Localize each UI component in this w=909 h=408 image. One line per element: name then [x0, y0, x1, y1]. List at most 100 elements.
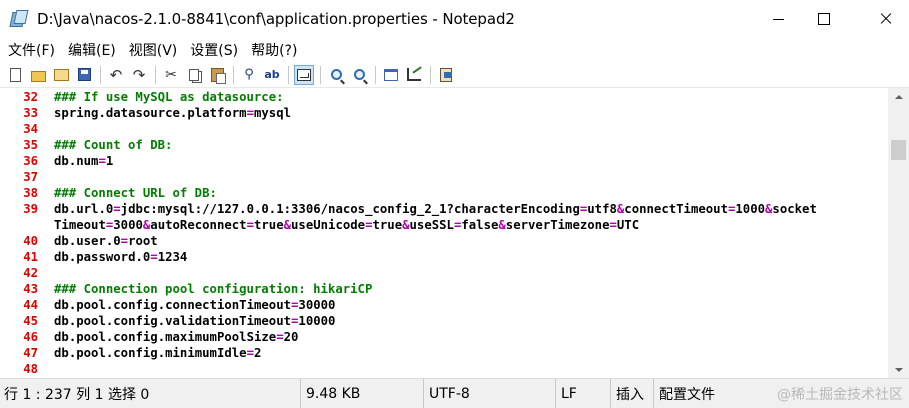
menu-settings[interactable]: 设置(S): [190, 40, 238, 60]
code-line: 35 ### Count of DB:: [0, 137, 888, 153]
editor-area[interactable]: 32 ### If use MySQL as datasource: 33 sprin…: [0, 88, 888, 378]
menu-edit[interactable]: 编辑(E): [68, 40, 116, 60]
word-wrap-icon: [297, 68, 311, 81]
new-button[interactable]: [5, 65, 25, 85]
find-icon: ⚲: [244, 67, 254, 82]
open-icon: [30, 70, 46, 82]
menu-help[interactable]: 帮助(?): [251, 40, 297, 60]
save-icon: [77, 68, 91, 81]
menu-bar: 文件(F) 编辑(E) 视图(V) 设置(S) 帮助(?): [0, 38, 909, 62]
undo-button[interactable]: ↶: [106, 65, 126, 85]
cut-button[interactable]: ✂: [161, 65, 181, 85]
code-line: 48: [0, 361, 888, 377]
line-number: 34: [23, 122, 38, 136]
status-file-size: 9.48 KB: [300, 379, 423, 408]
status-bar: 行 1 : 237 列 1 选择 0 9.48 KB UTF-8 LF 插入 配…: [0, 378, 909, 408]
maximize-button[interactable]: [801, 0, 847, 38]
menu-file[interactable]: 文件(F): [8, 40, 55, 60]
code-line: 36 db.num=1: [0, 153, 888, 169]
browse-button[interactable]: [51, 65, 71, 85]
open-button[interactable]: [28, 65, 48, 85]
customize-icon: [407, 68, 421, 81]
code-line: 47 db.pool.config.minimumIdle=2: [0, 345, 888, 361]
code-line: 32 ### If use MySQL as datasource:: [0, 89, 888, 105]
code-text: spring.datasource.platform=mysql: [54, 106, 291, 120]
status-insert-mode: 插入: [610, 379, 653, 408]
toolbar-separator: [233, 65, 234, 84]
code-line: 37: [0, 169, 888, 185]
code-text: db.user.0=root: [54, 234, 158, 248]
replace-button[interactable]: ab: [262, 65, 282, 85]
find-button[interactable]: ⚲: [239, 65, 259, 85]
line-number: 32: [23, 90, 38, 104]
close-button[interactable]: [863, 0, 909, 38]
status-scheme[interactable]: 配置文件: [653, 379, 743, 408]
status-encoding[interactable]: UTF-8: [423, 379, 555, 408]
save-button[interactable]: [74, 65, 94, 85]
status-position: 行 1 : 237 列 1 选择 0: [4, 387, 150, 403]
paste-icon: [210, 67, 226, 84]
cut-icon: ✂: [165, 66, 177, 83]
scroll-up-arrow-icon[interactable]: [888, 88, 909, 105]
line-number: 33: [23, 106, 38, 120]
zoom-out-button[interactable]: [349, 65, 369, 85]
undo-icon: ↶: [109, 65, 123, 84]
line-number: 39: [23, 202, 38, 216]
code-line: 42: [0, 265, 888, 281]
toolbar-separator: [288, 65, 289, 84]
exit-icon: [440, 67, 452, 82]
replace-icon: ab: [264, 68, 280, 81]
code-line: 38 ### Connect URL of DB:: [0, 185, 888, 201]
comment-text: ### Count of DB:: [54, 138, 173, 152]
code-text: db.pool.config.minimumIdle=2: [54, 346, 262, 360]
code-line: 46 db.pool.config.maximumPoolSize=20: [0, 329, 888, 345]
redo-button[interactable]: ↷: [129, 65, 149, 85]
notepad2-icon[interactable]: [9, 9, 29, 29]
toolbar: ↶ ↷ ✂ ⚲ ab: [0, 62, 909, 88]
toolbar-separator: [375, 65, 376, 84]
line-number: 40: [23, 234, 38, 248]
code-text: db.num=1: [54, 154, 114, 168]
window-title: D:\Java\nacos-2.1.0-8841\conf\applicatio…: [37, 10, 515, 28]
browse-icon: [53, 68, 69, 81]
code-text: db.pool.config.validationTimeout=10000: [54, 314, 336, 328]
line-number: 44: [23, 298, 38, 312]
status-line-ending[interactable]: LF: [555, 379, 610, 408]
code-text: db.url.0=jdbc:mysql://127.0.0.1:3306/nac…: [54, 202, 817, 216]
customize-button[interactable]: [404, 65, 424, 85]
line-number: 48: [23, 362, 38, 376]
code-text: db.pool.config.connectionTimeout=30000: [54, 298, 336, 312]
zoom-out-icon: [353, 69, 365, 80]
line-number: 37: [23, 170, 38, 184]
word-wrap-button[interactable]: [294, 64, 314, 85]
window-controls: [755, 0, 909, 38]
zoom-in-button[interactable]: [326, 65, 346, 85]
code-line: 41 db.password.0=1234: [0, 249, 888, 265]
toolbar-separator: [320, 65, 321, 84]
watermark-text: @稀土掘金技术社区: [777, 387, 903, 403]
code-line: 40 db.user.0=root: [0, 233, 888, 249]
code-text: db.pool.config.maximumPoolSize=20: [54, 330, 299, 344]
minimize-button[interactable]: [755, 0, 801, 38]
code-text: db.password.0=1234: [54, 250, 188, 264]
scroll-thumb[interactable]: [891, 140, 906, 160]
line-number: 47: [23, 346, 38, 360]
code-line: Timeout=3000&autoReconnect=true&useUnico…: [0, 217, 888, 233]
line-number: 42: [23, 266, 38, 280]
code-line: 33 spring.datasource.platform=mysql: [0, 105, 888, 121]
vertical-scrollbar[interactable]: [888, 88, 909, 378]
copy-button[interactable]: [184, 65, 204, 85]
comment-text: ### Connect URL of DB:: [54, 186, 217, 200]
menu-view[interactable]: 视图(V): [129, 40, 178, 60]
exit-button[interactable]: [436, 65, 456, 85]
code-line: 39 db.url.0=jdbc:mysql://127.0.0.1:3306/n…: [0, 201, 888, 217]
code-line: 43 ### Connection pool configuration: hik…: [0, 281, 888, 297]
scheme-icon: [384, 68, 398, 81]
line-number: 43: [23, 282, 38, 296]
redo-icon: ↷: [132, 65, 146, 84]
code-line: 45 db.pool.config.validationTimeout=10000: [0, 313, 888, 329]
toolbar-separator: [100, 65, 101, 84]
paste-button[interactable]: [207, 65, 227, 85]
scheme-button[interactable]: [381, 65, 401, 85]
scroll-down-arrow-icon[interactable]: [888, 361, 909, 378]
